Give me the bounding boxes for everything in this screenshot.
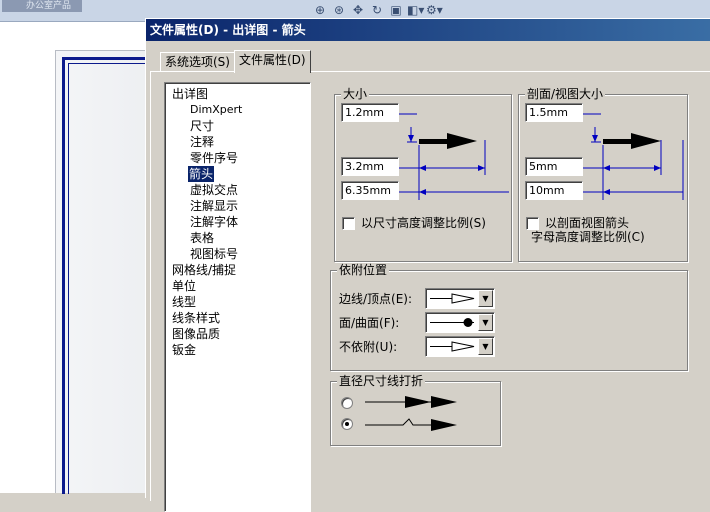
diameter-jog-group-title: 直径尺寸线打折 xyxy=(337,374,426,388)
face-surface-arrow-select[interactable]: ▼ xyxy=(425,312,495,333)
zoom-area-icon[interactable]: ⊛ xyxy=(331,2,347,18)
open-arrow-icon xyxy=(430,293,475,304)
tree-item-units[interactable]: 单位 xyxy=(171,278,197,294)
tree-item-tables[interactable]: 表格 xyxy=(189,230,215,246)
jog-broken-radio[interactable] xyxy=(341,418,353,430)
section-scale-label-line1[interactable]: 以剖面视图箭头 xyxy=(545,216,629,231)
section-scale-checkbox[interactable] xyxy=(526,217,539,230)
tree-item-detailing[interactable]: 出详图 xyxy=(171,86,209,102)
face-surface-label: 面/曲面(F): xyxy=(339,316,400,330)
chevron-down-icon[interactable]: ▼ xyxy=(478,290,493,307)
hide-show-icon[interactable]: ⚙▾ xyxy=(426,2,443,18)
rotate-icon[interactable]: ↻ xyxy=(369,2,385,18)
zoom-fit-icon[interactable]: ⊕ xyxy=(312,2,328,18)
tree-item-annotations-display[interactable]: 注解显示 xyxy=(189,198,239,214)
size-scale-label[interactable]: 以尺寸高度调整比例(S) xyxy=(361,216,486,231)
attachment-group: 依附位置 边线/顶点(E): ▼ 面/曲面(F): ▼ 不依附(U): ▼ xyxy=(330,263,688,371)
arrow-height-field[interactable]: 1.2mm xyxy=(341,103,399,122)
edge-vertex-arrow-select[interactable]: ▼ xyxy=(425,288,495,309)
arrow-size-diagram xyxy=(399,113,509,200)
tree-item-view-labels[interactable]: 视图标号 xyxy=(189,246,239,262)
tree-item-virtual-sharps[interactable]: 虚拟交点 xyxy=(189,182,239,198)
section-view-size-group: 剖面/视图大小 1.5mm 5mm 10mm 以剖面视图箭头 字母高度调整比例(… xyxy=(518,87,688,262)
diameter-jog-group: 直径尺寸线打折 xyxy=(330,374,501,446)
document-tab[interactable]: 办公室产品 xyxy=(2,0,82,12)
chevron-down-icon[interactable]: ▼ xyxy=(478,314,493,331)
dialog-title[interactable]: 文件属性(D) - 出详图 - 箭头 xyxy=(146,19,710,41)
jog-straight-radio[interactable] xyxy=(341,397,353,409)
document-properties-dialog: 文件属性(D) - 出详图 - 箭头 系统选项(S) 文件属性(D) 出详图 D… xyxy=(145,18,710,512)
tab-document-properties[interactable]: 文件属性(D) xyxy=(234,50,311,73)
arrow-width-field[interactable]: 3.2mm xyxy=(341,157,399,176)
tree-item-grid-snap[interactable]: 网格线/捕捉 xyxy=(171,262,237,278)
size-group-title: 大小 xyxy=(341,87,370,101)
tree-item-annotations-font[interactable]: 注解字体 xyxy=(189,214,239,230)
straight-leader-icon xyxy=(365,396,457,408)
section-group-title: 剖面/视图大小 xyxy=(525,87,606,101)
jogged-leader-icon xyxy=(365,418,457,431)
tree-item-dimensions[interactable]: 尺寸 xyxy=(189,118,215,134)
attachment-group-title: 依附位置 xyxy=(337,263,390,277)
section-arrow-length-field[interactable]: 10mm xyxy=(525,181,583,200)
open-arrow-icon xyxy=(430,341,475,352)
tree-item-line-style[interactable]: 线条样式 xyxy=(171,310,221,326)
chevron-down-icon[interactable]: ▼ xyxy=(478,338,493,355)
tree-item-line-font[interactable]: 线型 xyxy=(171,294,197,310)
unattached-arrow-select[interactable]: ▼ xyxy=(425,336,495,357)
tree-item-notes[interactable]: 注释 xyxy=(189,134,215,150)
view-orientation-icon[interactable]: ▣ xyxy=(388,2,404,18)
size-group: 大小 1.2mm 3.2mm 6.35mm 以尺寸高度调整比例(S) xyxy=(334,87,512,262)
tree-item-image-quality[interactable]: 图像品质 xyxy=(171,326,221,342)
tree-item-arrows[interactable]: 箭头 xyxy=(186,165,216,183)
section-arrow-size-diagram xyxy=(583,113,684,200)
tab-system-options[interactable]: 系统选项(S) xyxy=(160,52,235,72)
tree-item-sheet-metal[interactable]: 钣金 xyxy=(171,342,197,358)
section-scale-label-line2[interactable]: 字母高度调整比例(C) xyxy=(531,230,645,245)
dot-icon xyxy=(430,318,474,327)
section-arrow-height-field[interactable]: 1.5mm xyxy=(525,103,583,122)
size-scale-checkbox[interactable] xyxy=(342,217,355,230)
unattached-label: 不依附(U): xyxy=(339,340,398,354)
tree-item-balloons[interactable]: 零件序号 xyxy=(189,150,239,166)
tree-item-dimxpert[interactable]: DimXpert xyxy=(189,102,243,118)
section-arrow-width-field[interactable]: 5mm xyxy=(525,157,583,176)
pan-icon[interactable]: ✥ xyxy=(350,2,366,18)
edge-vertex-label: 边线/顶点(E): xyxy=(339,292,413,306)
properties-tree[interactable]: 出详图 DimXpert 尺寸 注释 零件序号 箭头 虚拟交点 注解显示 注解字… xyxy=(164,82,311,512)
display-style-icon[interactable]: ◧▾ xyxy=(407,2,424,18)
arrow-length-field[interactable]: 6.35mm xyxy=(341,181,399,200)
